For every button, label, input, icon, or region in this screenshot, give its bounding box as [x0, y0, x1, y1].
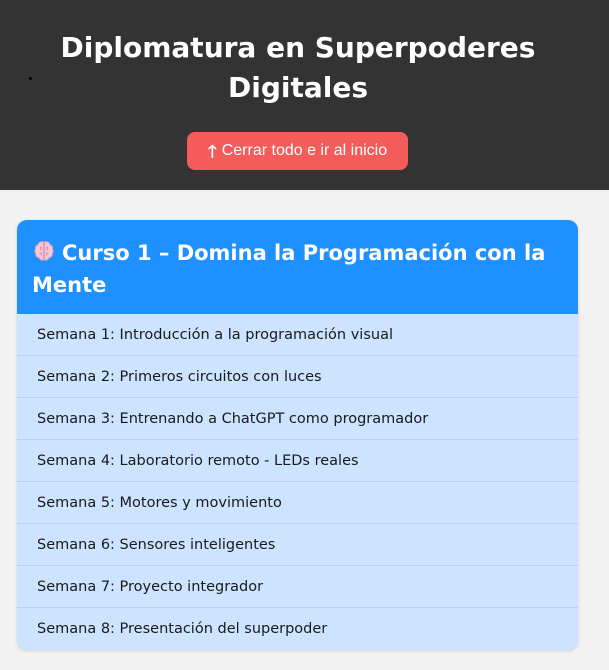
- close-all-button[interactable]: 🡑 Cerrar todo e ir al inicio: [187, 132, 408, 170]
- week-item-4[interactable]: Semana 4: Laboratorio remoto - LEDs real…: [17, 440, 578, 482]
- close-all-button-label: Cerrar todo e ir al inicio: [221, 142, 388, 159]
- week-item-5[interactable]: Semana 5: Motores y movimiento: [17, 482, 578, 524]
- brain-icon: [34, 241, 54, 261]
- week-item-1[interactable]: Semana 1: Introducción a la programación…: [17, 314, 578, 356]
- week-item-3[interactable]: Semana 3: Entrenando a ChatGPT como prog…: [17, 398, 578, 440]
- week-item-6[interactable]: Semana 6: Sensores inteligentes: [17, 524, 578, 566]
- course-card: Curso 1 – Domina la Programación con la …: [17, 220, 578, 650]
- course-header[interactable]: Curso 1 – Domina la Programación con la …: [17, 220, 578, 314]
- course-title-text: Curso 1 – Domina la Programación con la …: [32, 241, 546, 297]
- page-title: Diplomatura en Superpoderes Digitales: [60, 31, 536, 104]
- week-list: Semana 1: Introducción a la programación…: [17, 314, 578, 649]
- week-item-7[interactable]: Semana 7: Proyecto integrador: [17, 566, 578, 608]
- week-item-2[interactable]: Semana 2: Primeros circuitos con luces: [17, 356, 578, 398]
- arrow-up-icon: 🡑: [207, 141, 217, 161]
- course-title: Curso 1 – Domina la Programación con la …: [32, 237, 567, 301]
- week-item-8[interactable]: Semana 8: Presentación del superpoder: [17, 608, 578, 649]
- site-header: Diplomatura en Superpoderes Digitales 🡑 …: [0, 0, 609, 190]
